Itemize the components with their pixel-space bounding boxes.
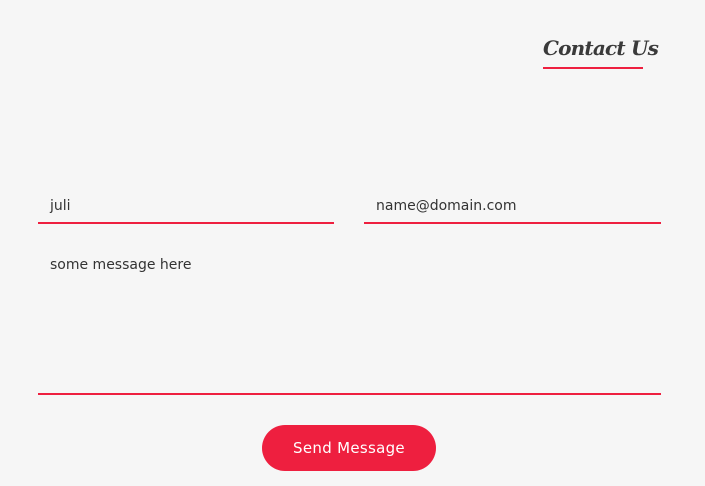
contact-heading-group: Contact Us (543, 32, 659, 69)
name-field-underline (38, 222, 334, 224)
email-field[interactable]: name@domain.com (364, 192, 661, 224)
name-field[interactable]: juli (38, 192, 334, 224)
message-field[interactable]: some message here (38, 254, 661, 395)
email-field-underline (364, 222, 661, 224)
send-message-button[interactable]: Send Message (262, 425, 436, 471)
name-field-value: juli (50, 198, 71, 214)
message-field-value: some message here (50, 257, 192, 273)
email-field-value: name@domain.com (376, 198, 517, 214)
message-field-underline (38, 393, 661, 395)
heading-underline (543, 67, 643, 69)
contact-heading: Contact Us (543, 36, 659, 60)
